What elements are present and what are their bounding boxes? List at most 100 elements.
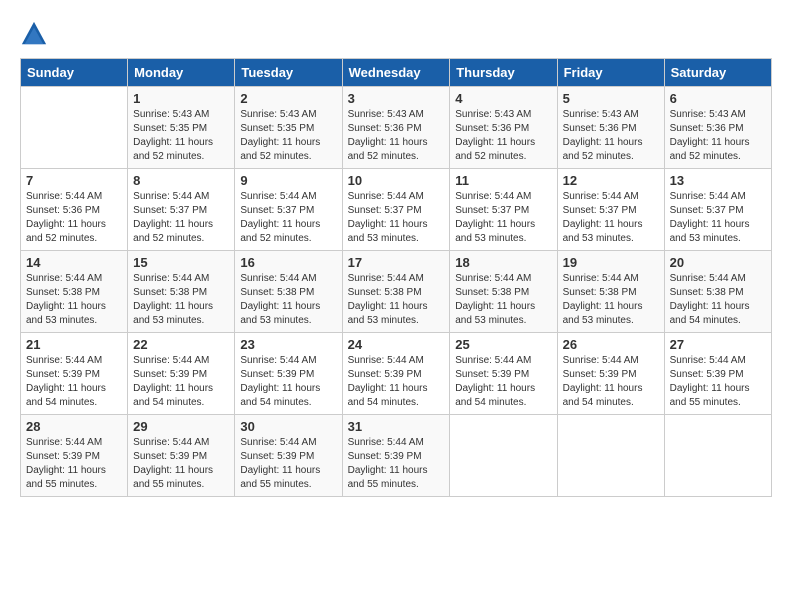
calendar-cell: 12 Sunrise: 5:44 AM Sunset: 5:37 PM Dayli… <box>557 169 664 251</box>
calendar-cell: 21 Sunrise: 5:44 AM Sunset: 5:39 PM Dayli… <box>21 333 128 415</box>
day-number: 24 <box>348 337 445 352</box>
calendar-week: 14 Sunrise: 5:44 AM Sunset: 5:38 PM Dayli… <box>21 251 772 333</box>
header-day: Thursday <box>450 59 557 87</box>
day-info: Sunrise: 5:43 AM Sunset: 5:36 PM Dayligh… <box>670 108 766 164</box>
day-number: 8 <box>133 173 229 188</box>
day-info: Sunrise: 5:44 AM Sunset: 5:38 PM Dayligh… <box>455 272 551 328</box>
day-number: 21 <box>26 337 122 352</box>
day-number: 5 <box>563 91 659 106</box>
header-day: Monday <box>128 59 235 87</box>
day-number: 11 <box>455 173 551 188</box>
calendar-cell: 16 Sunrise: 5:44 AM Sunset: 5:38 PM Dayli… <box>235 251 342 333</box>
calendar-cell: 9 Sunrise: 5:44 AM Sunset: 5:37 PM Daylig… <box>235 169 342 251</box>
calendar-cell: 26Sunrise: 5:44 AM Sunset: 5:39 PM Dayli… <box>557 333 664 415</box>
day-number: 3 <box>348 91 445 106</box>
calendar-cell: 31Sunrise: 5:44 AM Sunset: 5:39 PM Dayli… <box>342 415 450 497</box>
day-info: Sunrise: 5:44 AM Sunset: 5:37 PM Dayligh… <box>563 190 659 246</box>
page-header <box>20 20 772 48</box>
day-info: Sunrise: 5:44 AM Sunset: 5:38 PM Dayligh… <box>563 272 659 328</box>
day-info: Sunrise: 5:44 AM Sunset: 5:38 PM Dayligh… <box>26 272 122 328</box>
day-info: Sunrise: 5:44 AM Sunset: 5:39 PM Dayligh… <box>240 354 336 410</box>
calendar-cell: 5 Sunrise: 5:43 AM Sunset: 5:36 PM Daylig… <box>557 87 664 169</box>
calendar-cell: 2 Sunrise: 5:43 AM Sunset: 5:35 PM Daylig… <box>235 87 342 169</box>
day-number: 25 <box>455 337 551 352</box>
calendar-header: SundayMondayTuesdayWednesdayThursdayFrid… <box>21 59 772 87</box>
calendar-cell: 1 Sunrise: 5:43 AM Sunset: 5:35 PM Daylig… <box>128 87 235 169</box>
day-number: 28 <box>26 419 122 434</box>
calendar-cell: 29 Sunrise: 5:44 AM Sunset: 5:39 PM Dayli… <box>128 415 235 497</box>
calendar-cell: 24 Sunrise: 5:44 AM Sunset: 5:39 PM Dayli… <box>342 333 450 415</box>
calendar-cell: 7Sunrise: 5:44 AM Sunset: 5:36 PM Daylig… <box>21 169 128 251</box>
day-info: Sunrise: 5:44 AM Sunset: 5:37 PM Dayligh… <box>348 190 445 246</box>
calendar-cell <box>450 415 557 497</box>
day-number: 31 <box>348 419 445 434</box>
calendar-cell: 23 Sunrise: 5:44 AM Sunset: 5:39 PM Dayli… <box>235 333 342 415</box>
calendar-week: 7Sunrise: 5:44 AM Sunset: 5:36 PM Daylig… <box>21 169 772 251</box>
header-day: Friday <box>557 59 664 87</box>
day-info: Sunrise: 5:44 AM Sunset: 5:39 PM Dayligh… <box>670 354 766 410</box>
calendar-cell: 6 Sunrise: 5:43 AM Sunset: 5:36 PM Daylig… <box>664 87 771 169</box>
header-day: Wednesday <box>342 59 450 87</box>
day-number: 14 <box>26 255 122 270</box>
day-number: 13 <box>670 173 766 188</box>
calendar-cell: 8 Sunrise: 5:44 AM Sunset: 5:37 PM Daylig… <box>128 169 235 251</box>
calendar-cell: 3 Sunrise: 5:43 AM Sunset: 5:36 PM Daylig… <box>342 87 450 169</box>
day-number: 23 <box>240 337 336 352</box>
logo-icon <box>20 20 48 48</box>
day-number: 30 <box>240 419 336 434</box>
calendar-cell: 20Sunrise: 5:44 AM Sunset: 5:38 PM Dayli… <box>664 251 771 333</box>
calendar-cell: 30 Sunrise: 5:44 AM Sunset: 5:39 PM Dayli… <box>235 415 342 497</box>
day-info: Sunrise: 5:44 AM Sunset: 5:39 PM Dayligh… <box>563 354 659 410</box>
day-info: Sunrise: 5:44 AM Sunset: 5:39 PM Dayligh… <box>240 436 336 492</box>
calendar-cell: 28Sunrise: 5:44 AM Sunset: 5:39 PM Dayli… <box>21 415 128 497</box>
logo <box>20 20 52 48</box>
day-number: 20 <box>670 255 766 270</box>
calendar-cell <box>557 415 664 497</box>
day-number: 18 <box>455 255 551 270</box>
day-number: 9 <box>240 173 336 188</box>
day-info: Sunrise: 5:43 AM Sunset: 5:35 PM Dayligh… <box>240 108 336 164</box>
calendar-cell: 22Sunrise: 5:44 AM Sunset: 5:39 PM Dayli… <box>128 333 235 415</box>
day-info: Sunrise: 5:44 AM Sunset: 5:38 PM Dayligh… <box>240 272 336 328</box>
day-info: Sunrise: 5:43 AM Sunset: 5:36 PM Dayligh… <box>563 108 659 164</box>
day-number: 12 <box>563 173 659 188</box>
header-day: Sunday <box>21 59 128 87</box>
day-info: Sunrise: 5:44 AM Sunset: 5:39 PM Dayligh… <box>26 354 122 410</box>
day-number: 10 <box>348 173 445 188</box>
day-info: Sunrise: 5:44 AM Sunset: 5:37 PM Dayligh… <box>240 190 336 246</box>
calendar-cell: 25Sunrise: 5:44 AM Sunset: 5:39 PM Dayli… <box>450 333 557 415</box>
calendar-week: 28 Sunrise: 5:44 AM Sunset: 5:39 PM Dayli… <box>21 415 772 497</box>
day-info: Sunrise: 5:44 AM Sunset: 5:39 PM Dayligh… <box>133 354 229 410</box>
day-number: 4 <box>455 91 551 106</box>
day-info: Sunrise: 5:43 AM Sunset: 5:36 PM Dayligh… <box>348 108 445 164</box>
day-info: Sunrise: 5:44 AM Sunset: 5:38 PM Dayligh… <box>133 272 229 328</box>
day-info: Sunrise: 5:44 AM Sunset: 5:39 PM Dayligh… <box>133 436 229 492</box>
calendar-week: 21 Sunrise: 5:44 AM Sunset: 5:39 PM Dayli… <box>21 333 772 415</box>
calendar-table: SundayMondayTuesdayWednesdayThursdayFrid… <box>20 58 772 497</box>
day-number: 29 <box>133 419 229 434</box>
day-info: Sunrise: 5:44 AM Sunset: 5:37 PM Dayligh… <box>670 190 766 246</box>
calendar-week: 1 Sunrise: 5:43 AM Sunset: 5:35 PM Daylig… <box>21 87 772 169</box>
day-info: Sunrise: 5:44 AM Sunset: 5:37 PM Dayligh… <box>133 190 229 246</box>
day-number: 6 <box>670 91 766 106</box>
calendar-cell: 11Sunrise: 5:44 AM Sunset: 5:37 PM Dayli… <box>450 169 557 251</box>
calendar-cell: 14 Sunrise: 5:44 AM Sunset: 5:38 PM Dayli… <box>21 251 128 333</box>
calendar-cell <box>21 87 128 169</box>
calendar-cell: 19Sunrise: 5:44 AM Sunset: 5:38 PM Dayli… <box>557 251 664 333</box>
day-info: Sunrise: 5:44 AM Sunset: 5:39 PM Dayligh… <box>348 354 445 410</box>
day-number: 7 <box>26 173 122 188</box>
day-number: 16 <box>240 255 336 270</box>
header-row: SundayMondayTuesdayWednesdayThursdayFrid… <box>21 59 772 87</box>
day-number: 27 <box>670 337 766 352</box>
day-number: 2 <box>240 91 336 106</box>
day-info: Sunrise: 5:43 AM Sunset: 5:36 PM Dayligh… <box>455 108 551 164</box>
day-number: 1 <box>133 91 229 106</box>
header-day: Tuesday <box>235 59 342 87</box>
calendar-cell: 18 Sunrise: 5:44 AM Sunset: 5:38 PM Dayli… <box>450 251 557 333</box>
calendar-cell: 17Sunrise: 5:44 AM Sunset: 5:38 PM Dayli… <box>342 251 450 333</box>
day-info: Sunrise: 5:43 AM Sunset: 5:35 PM Dayligh… <box>133 108 229 164</box>
day-info: Sunrise: 5:44 AM Sunset: 5:38 PM Dayligh… <box>348 272 445 328</box>
calendar-body: 1 Sunrise: 5:43 AM Sunset: 5:35 PM Daylig… <box>21 87 772 497</box>
day-number: 15 <box>133 255 229 270</box>
calendar-cell: 4 Sunrise: 5:43 AM Sunset: 5:36 PM Daylig… <box>450 87 557 169</box>
